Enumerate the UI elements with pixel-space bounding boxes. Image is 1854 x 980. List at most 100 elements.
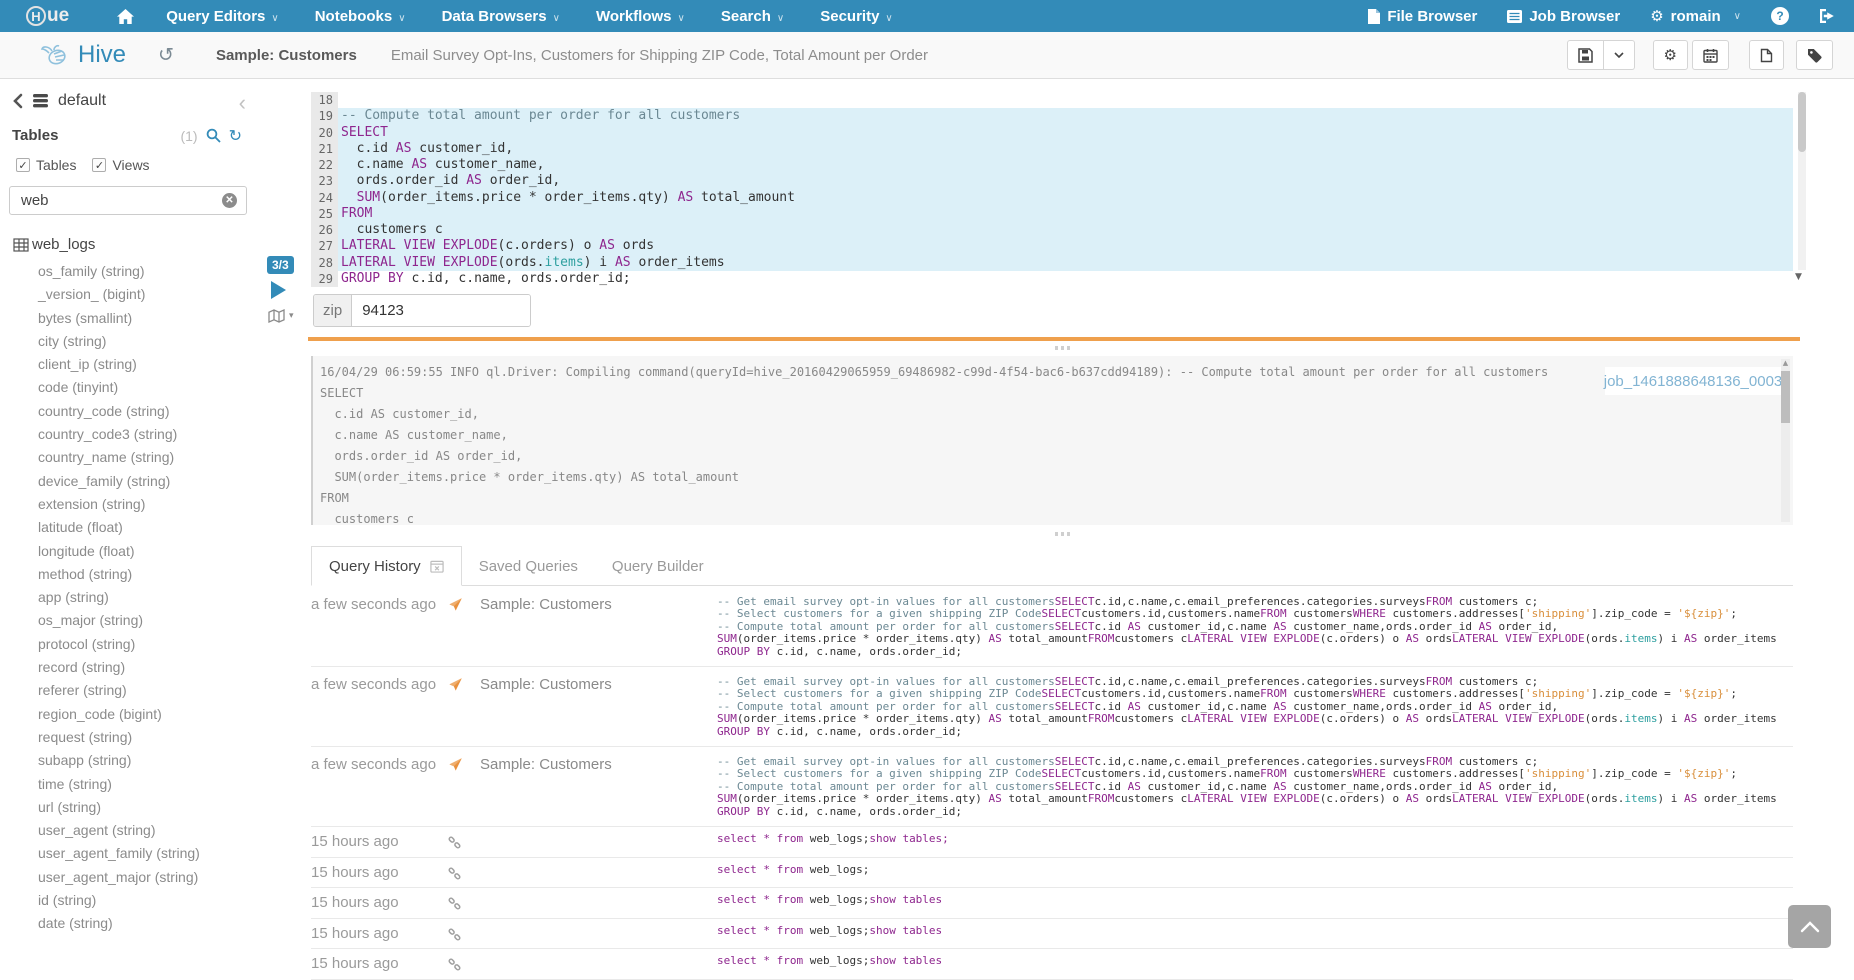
pane-resize-handle[interactable] — [1055, 346, 1070, 350]
column-item[interactable]: device_family (string) — [0, 470, 254, 493]
history-row[interactable]: 15 hours agoselect * from web_logs;show … — [311, 827, 1793, 858]
column-item[interactable]: request (string) — [0, 726, 254, 749]
column-item[interactable]: country_code3 (string) — [0, 423, 254, 446]
column-item[interactable]: method (string) — [0, 563, 254, 586]
settings-button[interactable]: ⚙ — [1653, 40, 1688, 70]
browse-results-button[interactable]: ▾ — [268, 309, 294, 323]
scroll-to-top-button[interactable] — [1788, 905, 1831, 948]
sign-out-icon[interactable] — [1819, 9, 1834, 23]
execute-button[interactable] — [271, 281, 286, 299]
zip-param-input[interactable] — [352, 295, 530, 326]
user-menu[interactable]: ⚙ romain ∨ — [1650, 7, 1741, 25]
new-query-button[interactable] — [1749, 40, 1784, 70]
history-row[interactable]: 15 hours agoselect * from web_logs;show … — [311, 919, 1793, 950]
hue-logo-h: H — [26, 6, 46, 26]
code-line[interactable]: 18 — [311, 92, 1793, 108]
column-item[interactable]: os_family (string) — [0, 260, 254, 283]
column-item[interactable]: code (tinyint) — [0, 376, 254, 399]
back-icon[interactable] — [12, 93, 23, 109]
history-icon[interactable]: ↺ — [158, 44, 174, 66]
history-row[interactable]: 15 hours agoselect * from web_logs;show … — [311, 888, 1793, 919]
column-item[interactable]: os_major (string) — [0, 609, 254, 632]
assist-sidebar: default ‹ Tables (1) ↻ ✓ Tables ✓ Views … — [0, 80, 254, 969]
code-line[interactable]: 27LATERAL VIEW EXPLODE(c.orders) o AS or… — [311, 238, 1793, 254]
code-line[interactable]: 22 c.name AS customer_name, — [311, 157, 1793, 173]
history-row[interactable]: a few seconds agoSample: Customers-- Get… — [311, 747, 1793, 827]
job-link[interactable]: job_1461888648136_0003 — [1604, 373, 1783, 390]
collapse-sidebar-icon[interactable]: ‹ — [239, 90, 246, 116]
history-time: a few seconds ago — [311, 596, 447, 666]
tab-saved-queries[interactable]: Saved Queries — [462, 546, 595, 586]
column-item[interactable]: subapp (string) — [0, 749, 254, 772]
code-line[interactable]: 25FROM — [311, 206, 1793, 222]
editor-scrollbar[interactable]: ▼ — [1795, 92, 1807, 288]
help-icon[interactable]: ? — [1771, 7, 1789, 25]
column-item[interactable]: user_agent_family (string) — [0, 842, 254, 865]
scroll-down-icon[interactable]: ▼ — [1795, 272, 1802, 282]
schedule-button[interactable] — [1692, 40, 1729, 70]
code-line[interactable]: 21 c.id AS customer_id, — [311, 141, 1793, 157]
column-item[interactable]: extension (string) — [0, 493, 254, 516]
job-browser-link[interactable]: Job Browser — [1507, 8, 1620, 25]
code-line[interactable]: 26 customers c — [311, 222, 1793, 238]
code-line[interactable]: 19-- Compute total amount per order for … — [311, 108, 1793, 124]
tab-query-builder[interactable]: Query Builder — [595, 546, 721, 586]
column-item[interactable]: region_code (bigint) — [0, 703, 254, 726]
scroll-up-icon[interactable]: ▲ — [1781, 359, 1790, 367]
column-item[interactable]: bytes (smallint) — [0, 307, 254, 330]
history-row[interactable]: a few seconds agoSample: Customers-- Get… — [311, 667, 1793, 747]
column-item[interactable]: user_agent_major (string) — [0, 866, 254, 889]
table-web-logs[interactable]: web_logs — [13, 236, 254, 253]
menu-security[interactable]: Security∨ — [820, 8, 893, 25]
search-icon[interactable] — [206, 128, 221, 143]
pane-resize-handle[interactable] — [1055, 532, 1070, 536]
column-item[interactable]: city (string) — [0, 330, 254, 353]
history-row[interactable]: a few seconds agoSample: Customers-- Get… — [311, 587, 1793, 667]
menu-query-editors[interactable]: Query Editors∨ — [166, 8, 279, 25]
column-item[interactable]: app (string) — [0, 586, 254, 609]
column-item[interactable]: client_ip (string) — [0, 353, 254, 376]
table-search-input[interactable] — [9, 186, 247, 215]
code-line[interactable]: 29GROUP BY c.id, c.name, ords.order_id; — [311, 271, 1793, 287]
hue-logo[interactable]: H ue — [26, 5, 69, 27]
filter-tables-checkbox[interactable]: ✓ Tables — [16, 157, 76, 173]
clear-search-icon[interactable]: ✕ — [222, 193, 237, 208]
file-browser-link[interactable]: File Browser — [1368, 8, 1477, 25]
filter-views-checkbox[interactable]: ✓ Views — [92, 157, 149, 173]
refresh-icon[interactable]: ↻ — [229, 126, 242, 145]
menu-search[interactable]: Search∨ — [721, 8, 784, 25]
column-item[interactable]: latitude (float) — [0, 516, 254, 539]
column-item[interactable]: user_agent (string) — [0, 819, 254, 842]
column-item[interactable]: time (string) — [0, 773, 254, 796]
column-item[interactable]: id (string) — [0, 889, 254, 912]
home-icon[interactable] — [117, 9, 134, 24]
column-item[interactable]: url (string) — [0, 796, 254, 819]
column-item[interactable]: record (string) — [0, 656, 254, 679]
menu-notebooks[interactable]: Notebooks∨ — [315, 8, 406, 25]
hive-app-button[interactable]: Hive — [40, 41, 126, 69]
code-line[interactable]: 28LATERAL VIEW EXPLODE(ords.items) i AS … — [311, 255, 1793, 271]
column-item[interactable]: country_code (string) — [0, 400, 254, 423]
column-item[interactable]: protocol (string) — [0, 633, 254, 656]
save-button[interactable] — [1567, 40, 1604, 70]
menu-workflows[interactable]: Workflows∨ — [596, 8, 685, 25]
tags-button[interactable] — [1796, 40, 1833, 70]
history-row[interactable]: 15 hours agoselect * from web_logs; — [311, 858, 1793, 889]
database-name[interactable]: default — [58, 92, 106, 110]
calendar-x-icon[interactable] — [430, 559, 444, 573]
column-item[interactable]: _version_ (bigint) — [0, 283, 254, 306]
code-line[interactable]: 24 SUM(order_items.price * order_items.q… — [311, 190, 1793, 206]
code-editor[interactable]: 1819-- Compute total amount per order fo… — [311, 92, 1793, 288]
log-scrollbar[interactable]: ▲ — [1781, 359, 1790, 522]
code-line[interactable]: 23 ords.order_id AS order_id, — [311, 173, 1793, 189]
code-line[interactable]: 20SELECT — [311, 125, 1793, 141]
history-row[interactable]: 15 hours agoselect * from web_logs;show … — [311, 949, 1793, 980]
column-item[interactable]: longitude (float) — [0, 540, 254, 563]
column-item[interactable]: country_name (string) — [0, 446, 254, 469]
save-dropdown-button[interactable] — [1604, 40, 1635, 70]
editor-panel: 1819-- Compute total amount per order fo… — [255, 80, 1854, 969]
column-item[interactable]: date (string) — [0, 912, 254, 935]
tab-query-history[interactable]: Query History — [311, 546, 462, 586]
column-item[interactable]: referer (string) — [0, 679, 254, 702]
menu-data-browsers[interactable]: Data Browsers∨ — [442, 8, 560, 25]
